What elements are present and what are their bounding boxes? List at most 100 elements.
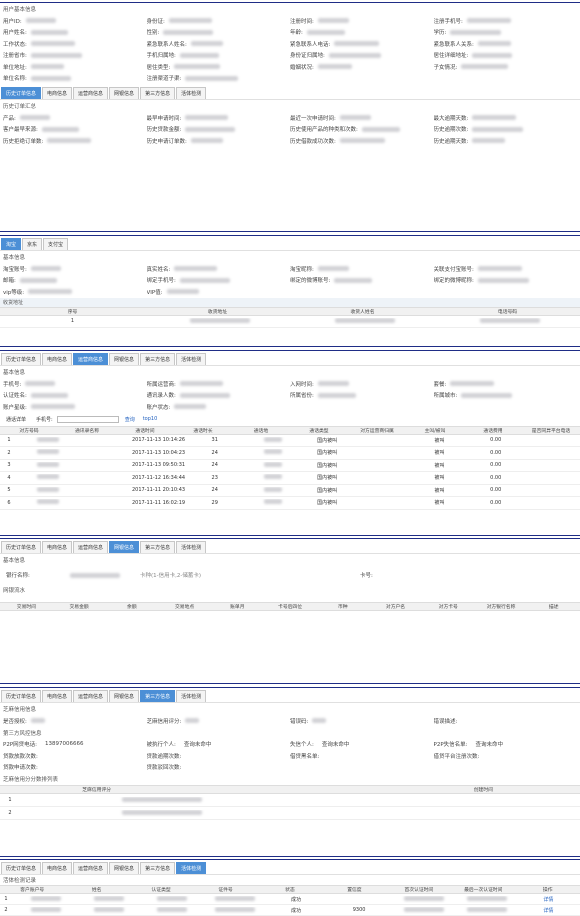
bank-label: 银行名称: [6,573,30,579]
redacted-value [312,718,327,724]
call-duration: 29 [211,499,218,506]
redacted-value [477,266,522,272]
tab-0[interactable]: 历史订单信息 [1,690,42,702]
call-type: 国内被叫 [317,500,338,507]
redacted-value [30,266,61,272]
field-cell: 绑定的微博账号: [290,275,434,287]
redacted-value [19,115,50,121]
tab-5[interactable]: 活体检测 [176,690,207,702]
redacted-value [185,115,229,121]
redacted-value [30,906,61,912]
redacted-value [93,906,124,912]
tab-5[interactable]: 活体检测 [176,87,207,99]
field-cell: 真实姓名: [147,263,291,275]
field-label: 通讯录人数: [146,393,176,400]
redacted-value [317,392,356,398]
tab-5[interactable]: 活体检测 [176,862,207,874]
field-cell [434,73,578,85]
field-label: 淘宝昵称: [290,266,314,273]
tab-4[interactable]: 第三方信息 [140,862,176,874]
call-row: 2 2017-11-13 10:04:23 24 国内被叫 被叫 0.00 [0,447,580,460]
tab-1[interactable]: 电商信息 [42,87,73,99]
column-header: 收货人姓名 [350,309,375,315]
redacted-value [472,138,506,144]
redacted-value [334,41,380,47]
column-header: 卡号后四位 [278,605,303,610]
call-time: 2017-11-11 16:02:19 [131,499,186,506]
call-duration: 31 [211,437,218,444]
section-title: 基本信息 [3,370,26,376]
tab-3[interactable]: 网银信息 [109,87,140,99]
column-header: 操作 [542,888,553,893]
field-cell: 注册省市: [3,50,147,62]
tab-4[interactable]: 第三方信息 [140,353,176,365]
tab-0[interactable]: 历史订单信息 [1,87,42,99]
column-header: 对方银行名称 [486,605,516,610]
tab-5[interactable]: 活体检测 [176,541,207,553]
field-cell: 借贷平台注册次数: [434,750,578,762]
field-label: 历史借款成功次数: [290,138,336,145]
tab-3[interactable]: 网银信息 [109,541,140,553]
score-row: 1 [0,794,580,807]
field-cell: 账户星级: [3,401,147,413]
tab-0[interactable]: 历史订单信息 [1,353,42,365]
field-cell: 历史申请订单数: [147,135,291,147]
redacted-value [263,436,282,442]
tab-2[interactable]: 运营商信息 [73,353,109,365]
search-button[interactable]: 查询 [123,416,137,423]
call-duration: 24 [211,462,218,469]
field-label: 单位地址: [3,64,27,71]
address-title: 收货地址 [0,297,580,307]
redacted-value [30,404,75,410]
field-cell: 用户ID: [3,15,147,27]
row-index: 1 [8,797,12,803]
tab-0[interactable]: 淘宝 [1,238,22,250]
tab-4[interactable]: 第三方信息 [140,87,176,99]
tab-2[interactable]: 运营商信息 [73,541,109,553]
field-label: 注册省市: [3,53,27,60]
tab-1[interactable]: 京东 [22,238,43,250]
detail-link[interactable]: 详情 [517,896,580,903]
tab-3[interactable]: 网银信息 [109,690,140,702]
field-label: 居住类型: [146,64,171,71]
column-header: 通话地 [253,428,269,434]
tab-4[interactable]: 第三方信息 [140,690,176,702]
tab-5[interactable]: 活体检测 [176,353,207,365]
tab-4[interactable]: 第三方信息 [140,541,176,553]
tab-1[interactable]: 电商信息 [42,690,73,702]
field-label: 所属省份: [290,393,314,400]
tab-3[interactable]: 网银信息 [109,353,140,365]
redacted-value [174,404,207,410]
field-cell: 贷款逾期次数: [147,750,291,762]
redacted-value [306,29,345,35]
tab-0[interactable]: 历史订单信息 [1,541,42,553]
column-header: 主叫/被叫 [424,428,446,434]
redacted-value [174,64,221,70]
field-cell: 手机号: [3,378,147,390]
field-cell: 身份证: [147,15,291,27]
column-header: 交易金额 [69,605,89,610]
tab-2[interactable]: 支付宝 [43,238,69,250]
tab-1[interactable]: 电商信息 [42,541,73,553]
top10-button[interactable]: top10 [141,416,160,422]
tab-0[interactable]: 历史订单信息 [1,862,42,874]
column-header: 交易地点 [174,605,195,610]
field-label: 学历: [433,30,447,37]
tab-bar: 历史订单信息 电商信息 运营商信息 网银信息 第三方信息 活体检测 [0,87,580,99]
detail-link[interactable]: 详情 [517,907,580,914]
call-fee: 0.00 [490,474,502,481]
redacted-value [450,29,502,35]
panel-title: 用户基本信息 [3,7,37,13]
tab-1[interactable]: 电商信息 [42,862,73,874]
tab-2[interactable]: 运营商信息 [73,690,109,702]
tab-1[interactable]: 电商信息 [42,353,73,365]
field-cell: 账户状态: [147,401,291,413]
phone-search-input[interactable] [56,415,119,423]
column-header: 通话时长 [193,428,213,434]
field-cell [290,401,434,413]
tab-2[interactable]: 运营商信息 [73,87,109,99]
field-cell: 紧急联系人电话: [290,38,434,50]
tab-2[interactable]: 运营商信息 [73,862,109,874]
field-value: 查询未命中 [321,742,350,749]
tab-3[interactable]: 网银信息 [109,862,140,874]
